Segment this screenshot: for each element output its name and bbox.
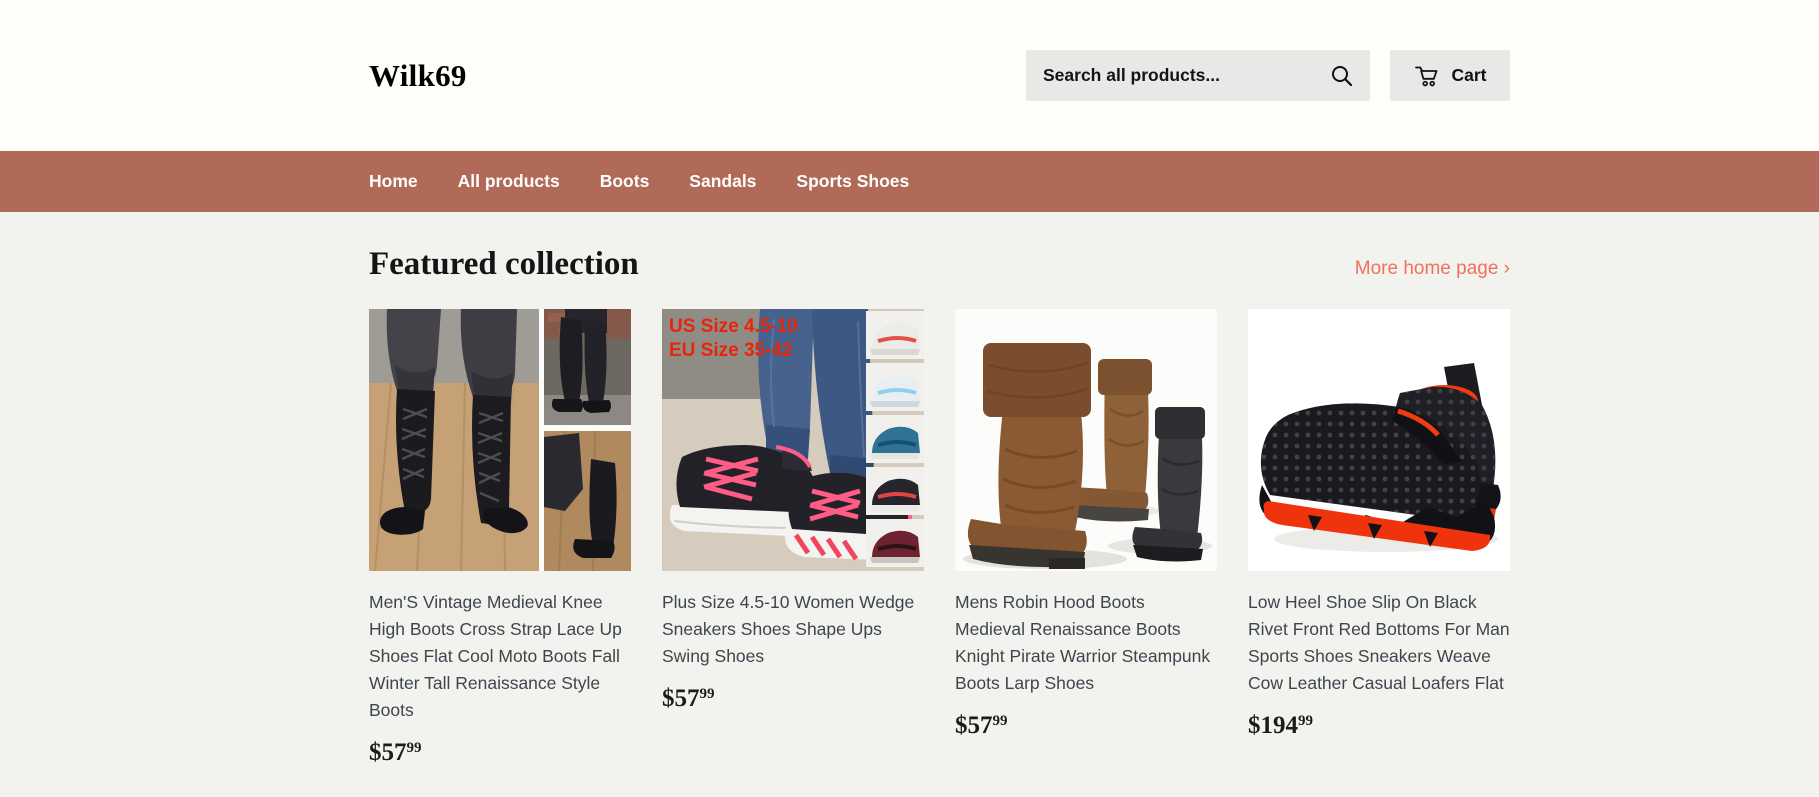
product-title[interactable]: Men'S Vintage Medieval Knee High Boots C… [369,589,631,724]
size-overlay-line1: US Size 4.5-10 [669,316,798,337]
product-title[interactable]: Plus Size 4.5-10 Women Wedge Sneakers Sh… [662,589,924,670]
product-image-medieval-boots[interactable] [955,309,1217,571]
main-nav: Home All products Boots Sandals Sports S… [0,151,1819,212]
search-box [1026,50,1370,101]
size-overlay-line2: EU Size 35-42 [669,340,793,361]
price-cents: 99 [407,740,422,756]
nav-item-boots[interactable]: Boots [600,171,650,192]
product-image-boots-collage[interactable] [369,309,631,571]
price-cents: 99 [700,686,715,702]
product-card: Low Heel Shoe Slip On Black Rivet Front … [1248,309,1510,767]
nav-item-sports-shoes[interactable]: Sports Shoes [796,171,909,192]
search-icon [1329,63,1355,89]
header-actions: Cart [1026,50,1510,101]
wedge-sneakers-photo: US Size 4.5-10 EU Size 35-42 [662,309,924,571]
nav-item-home[interactable]: Home [369,171,418,192]
product-price: $5799 [662,685,924,713]
boots-collage-photo [369,309,631,571]
product-card: Men'S Vintage Medieval Knee High Boots C… [369,309,631,767]
price-cents: 99 [993,713,1008,729]
more-home-page-link[interactable]: More home page › [1355,258,1510,280]
product-image-wedge-sneakers[interactable]: US Size 4.5-10 EU Size 35-42 [662,309,924,571]
rivet-sneakers-photo [1248,309,1510,571]
store-logo[interactable]: Wilk69 [369,58,467,94]
price-dollars: $194 [1248,712,1298,739]
main-content: Featured collection More home page › [0,212,1819,767]
product-grid: Men'S Vintage Medieval Knee High Boots C… [369,309,1510,767]
price-dollars: $57 [955,712,993,739]
variant-thumbnails [866,311,924,567]
search-input[interactable] [1026,50,1314,101]
product-price: $5799 [369,739,631,767]
medieval-boots-photo [955,309,1217,571]
cart-icon [1413,63,1440,89]
product-card: US Size 4.5-10 EU Size 35-42 Plus Size 4… [662,309,924,767]
nav-item-sandals[interactable]: Sandals [689,171,756,192]
site-header: Wilk69 Cart [0,0,1819,151]
product-price: $5799 [955,712,1217,740]
product-title[interactable]: Low Heel Shoe Slip On Black Rivet Front … [1248,589,1510,697]
nav-item-all-products[interactable]: All products [458,171,560,192]
product-card: Mens Robin Hood Boots Medieval Renaissan… [955,309,1217,767]
product-price: $19499 [1248,712,1510,740]
price-dollars: $57 [662,685,700,712]
section-title: Featured collection [369,246,639,283]
cart-label: Cart [1451,65,1486,86]
product-image-rivet-sneakers[interactable] [1248,309,1510,571]
product-title[interactable]: Mens Robin Hood Boots Medieval Renaissan… [955,589,1217,697]
price-cents: 99 [1298,713,1313,729]
price-dollars: $57 [369,739,407,766]
cart-button[interactable]: Cart [1390,50,1510,101]
search-button[interactable] [1314,50,1370,101]
